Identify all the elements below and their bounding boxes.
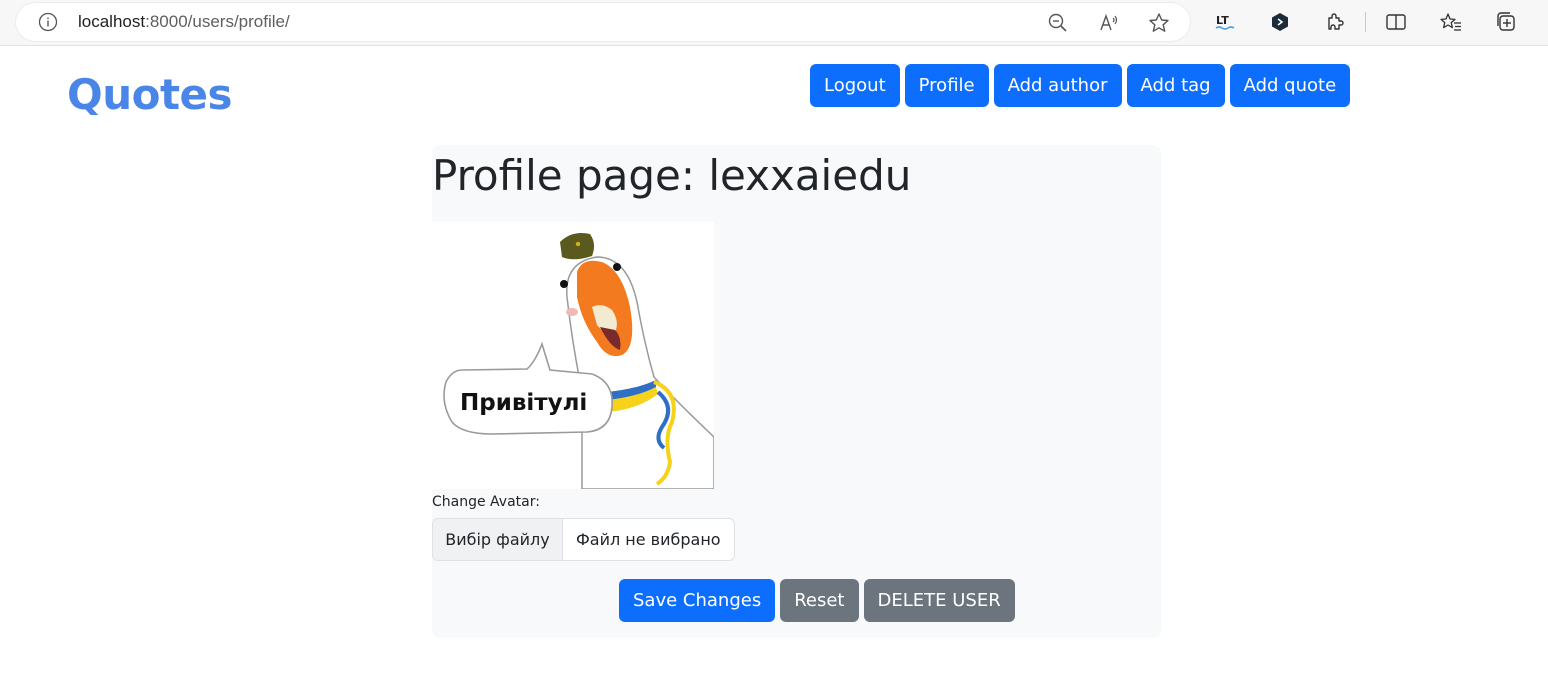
- goose-avatar-image: Привітулі: [443, 233, 714, 489]
- address-bar[interactable]: localhost:8000/users/profile/: [16, 3, 1190, 41]
- logout-button[interactable]: Logout: [810, 64, 900, 107]
- add-tag-button[interactable]: Add tag: [1126, 64, 1225, 107]
- change-avatar-label: Change Avatar:: [432, 494, 540, 510]
- top-nav: Logout Profile Add author Add tag Add qu…: [810, 64, 1351, 107]
- avatar-caption: Привітулі: [460, 390, 587, 416]
- avatar-file-input[interactable]: Вибір файлу Файл не вибрано: [432, 518, 735, 561]
- url-path: :8000/users/profile/: [145, 12, 290, 31]
- split-screen-icon[interactable]: [1385, 11, 1407, 33]
- avatar: Привітулі: [432, 222, 714, 489]
- shield-extension-icon[interactable]: [1269, 11, 1291, 33]
- read-aloud-icon[interactable]: [1098, 12, 1120, 34]
- languagetool-extension-icon[interactable]: LT: [1214, 11, 1236, 33]
- choose-file-button[interactable]: Вибір файлу: [433, 519, 563, 560]
- svg-text:LT: LT: [1216, 14, 1229, 27]
- file-status-text: Файл не вибрано: [576, 530, 721, 549]
- profile-button[interactable]: Profile: [904, 64, 989, 107]
- page-title: Profile page: lexxaiedu: [432, 151, 912, 200]
- browser-toolbar: localhost:8000/users/profile/ LT: [0, 0, 1548, 46]
- profile-card: Profile page: lexxaiedu Привітулі Change…: [432, 145, 1161, 638]
- favorite-star-icon[interactable]: [1148, 12, 1170, 34]
- save-changes-button[interactable]: Save Changes: [619, 579, 776, 622]
- toolbar-separator: [1365, 12, 1366, 32]
- url-text[interactable]: localhost:8000/users/profile/: [78, 12, 290, 32]
- form-actions: Save Changes Reset DELETE USER: [619, 579, 1015, 622]
- info-icon[interactable]: [38, 12, 58, 32]
- zoom-out-icon[interactable]: [1047, 12, 1069, 34]
- extensions-puzzle-icon[interactable]: [1324, 11, 1346, 33]
- collections-icon[interactable]: [1495, 11, 1517, 33]
- add-author-button[interactable]: Add author: [993, 64, 1122, 107]
- url-host: localhost: [78, 12, 146, 31]
- delete-user-button[interactable]: DELETE USER: [863, 579, 1015, 622]
- reset-button[interactable]: Reset: [780, 579, 859, 622]
- brand-logo[interactable]: Quotes: [67, 70, 233, 119]
- add-quote-button[interactable]: Add quote: [1229, 64, 1351, 107]
- favorites-icon[interactable]: [1440, 11, 1462, 33]
